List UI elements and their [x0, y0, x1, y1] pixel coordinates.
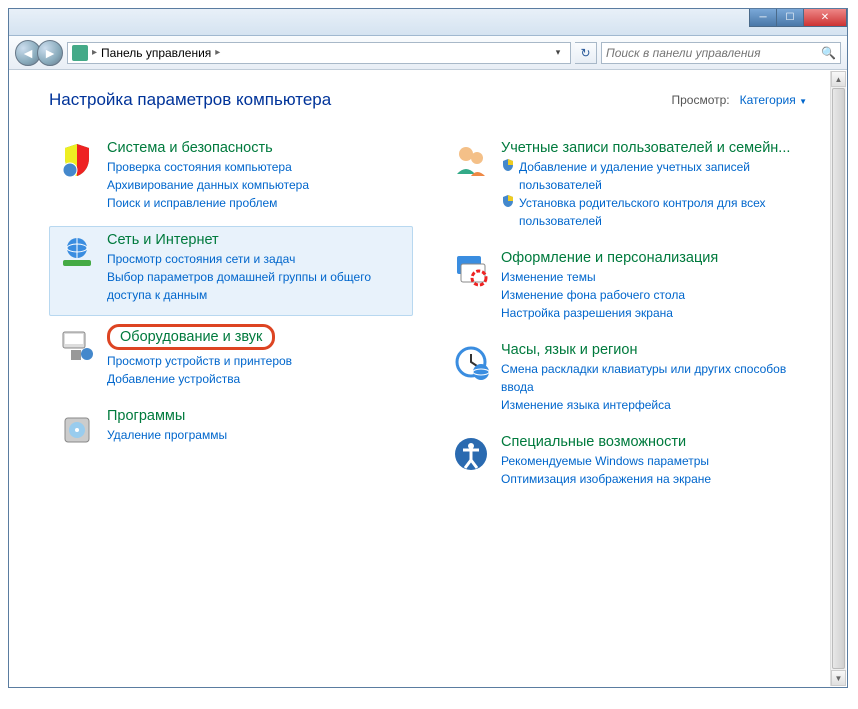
refresh-button[interactable]: ↻	[575, 42, 597, 64]
category-sublink[interactable]: Просмотр устройств и принтеров	[107, 352, 405, 370]
close-button[interactable]: ✕	[803, 9, 847, 27]
category-title-link[interactable]: Программы	[107, 408, 185, 424]
search-icon[interactable]: 🔍	[821, 46, 836, 60]
maximize-button[interactable]: ☐	[776, 9, 804, 27]
control-panel-icon	[72, 45, 88, 61]
right-column: Учетные записи пользователей и семейн...…	[443, 134, 807, 502]
view-by: Просмотр: Категория ▼	[671, 93, 807, 107]
address-bar[interactable]: ▸ Панель управления ▸ ▾	[67, 42, 571, 64]
category-sublink[interactable]: Архивирование данных компьютера	[107, 176, 405, 194]
network-icon	[57, 232, 97, 272]
search-bar[interactable]: 🔍	[601, 42, 841, 64]
category-sublink[interactable]: Проверка состояния компьютера	[107, 158, 405, 176]
category-sublink[interactable]: Изменение языка интерфейса	[501, 396, 799, 414]
appearance-icon	[451, 250, 491, 290]
category-title-link[interactable]: Система и безопасность	[107, 140, 273, 156]
view-by-label: Просмотр:	[671, 93, 729, 107]
category-sublink[interactable]: Рекомендуемые Windows параметры	[501, 452, 799, 470]
category-sublink[interactable]: Настройка разрешения экрана	[501, 304, 799, 322]
window-buttons: ─ ☐ ✕	[750, 9, 847, 27]
scroll-down-button[interactable]: ▼	[831, 670, 846, 686]
category-title-link[interactable]: Сеть и Интернет	[107, 232, 219, 248]
category-title-link[interactable]: Оформление и персонализация	[501, 250, 718, 266]
category-hardware-sound: Оборудование и звук Просмотр устройств и…	[49, 318, 413, 400]
titlebar: ─ ☐ ✕	[9, 9, 847, 36]
users-icon	[451, 140, 491, 180]
breadcrumb-root[interactable]: Панель управления	[101, 46, 211, 60]
category-sublink[interactable]: Просмотр состояния сети и задач	[107, 250, 405, 268]
category-sublink[interactable]: Изменение темы	[501, 268, 799, 286]
system-security-icon	[57, 140, 97, 180]
breadcrumb-separator: ▸	[215, 47, 220, 58]
programs-icon	[57, 408, 97, 448]
content-area: Настройка параметров компьютера Просмотр…	[9, 70, 847, 687]
nav-buttons: ◄ ►	[15, 40, 63, 66]
scroll-up-button[interactable]: ▲	[831, 71, 846, 87]
minimize-button[interactable]: ─	[749, 9, 777, 27]
category-title-link[interactable]: Часы, язык и регион	[501, 342, 637, 358]
category-user-accounts: Учетные записи пользователей и семейн...…	[443, 134, 807, 242]
category-sublink[interactable]: Добавление устройства	[107, 370, 405, 388]
category-programs: Программы Удаление программы	[49, 402, 413, 460]
category-title-link[interactable]: Специальные возможности	[501, 434, 686, 450]
forward-button[interactable]: ►	[37, 40, 63, 66]
accessibility-icon	[451, 434, 491, 474]
category-sublink[interactable]: Изменение фона рабочего стола	[501, 286, 799, 304]
window: ─ ☐ ✕ ◄ ► ▸ Панель управления ▸ ▾ ↻ 🔍 На…	[8, 8, 848, 688]
category-sublink[interactable]: Удаление программы	[107, 426, 405, 444]
left-column: Система и безопасность Проверка состояни…	[49, 134, 413, 502]
category-columns: Система и безопасность Проверка состояни…	[49, 134, 807, 502]
page-title: Настройка параметров компьютера	[49, 90, 331, 110]
vertical-scrollbar[interactable]: ▲ ▼	[830, 71, 846, 686]
hardware-icon	[57, 324, 97, 364]
category-network-internet: Сеть и Интернет Просмотр состояния сети …	[49, 226, 413, 316]
category-system-security: Система и безопасность Проверка состояни…	[49, 134, 413, 224]
category-clock-region: Часы, язык и регион Смена раскладки клав…	[443, 336, 807, 426]
category-sublink[interactable]: Оптимизация изображения на экране	[501, 470, 799, 488]
shield-icon	[501, 194, 515, 208]
search-input[interactable]	[606, 46, 821, 60]
view-by-dropdown[interactable]: Категория ▼	[740, 93, 807, 107]
navbar: ◄ ► ▸ Панель управления ▸ ▾ ↻ 🔍	[9, 36, 847, 70]
address-dropdown[interactable]: ▾	[550, 47, 566, 58]
category-sublink[interactable]: Смена раскладки клавиатуры или других сп…	[501, 360, 799, 396]
category-appearance: Оформление и персонализация Изменение те…	[443, 244, 807, 334]
category-sublink[interactable]: Поиск и исправление проблем	[107, 194, 405, 212]
clock-icon	[451, 342, 491, 382]
breadcrumb-separator: ▸	[92, 47, 97, 58]
category-sublink[interactable]: Установка родительского контроля для все…	[519, 194, 799, 230]
category-sublink[interactable]: Добавление и удаление учетных записей по…	[519, 158, 799, 194]
category-title-link[interactable]: Оборудование и звук	[107, 324, 275, 350]
category-sublink[interactable]: Выбор параметров домашней группы и общег…	[107, 268, 405, 304]
scroll-thumb[interactable]	[832, 88, 845, 669]
category-title-link[interactable]: Учетные записи пользователей и семейн...	[501, 140, 790, 156]
shield-icon	[501, 158, 515, 172]
header-row: Настройка параметров компьютера Просмотр…	[49, 90, 807, 110]
category-accessibility: Специальные возможности Рекомендуемые Wi…	[443, 428, 807, 500]
